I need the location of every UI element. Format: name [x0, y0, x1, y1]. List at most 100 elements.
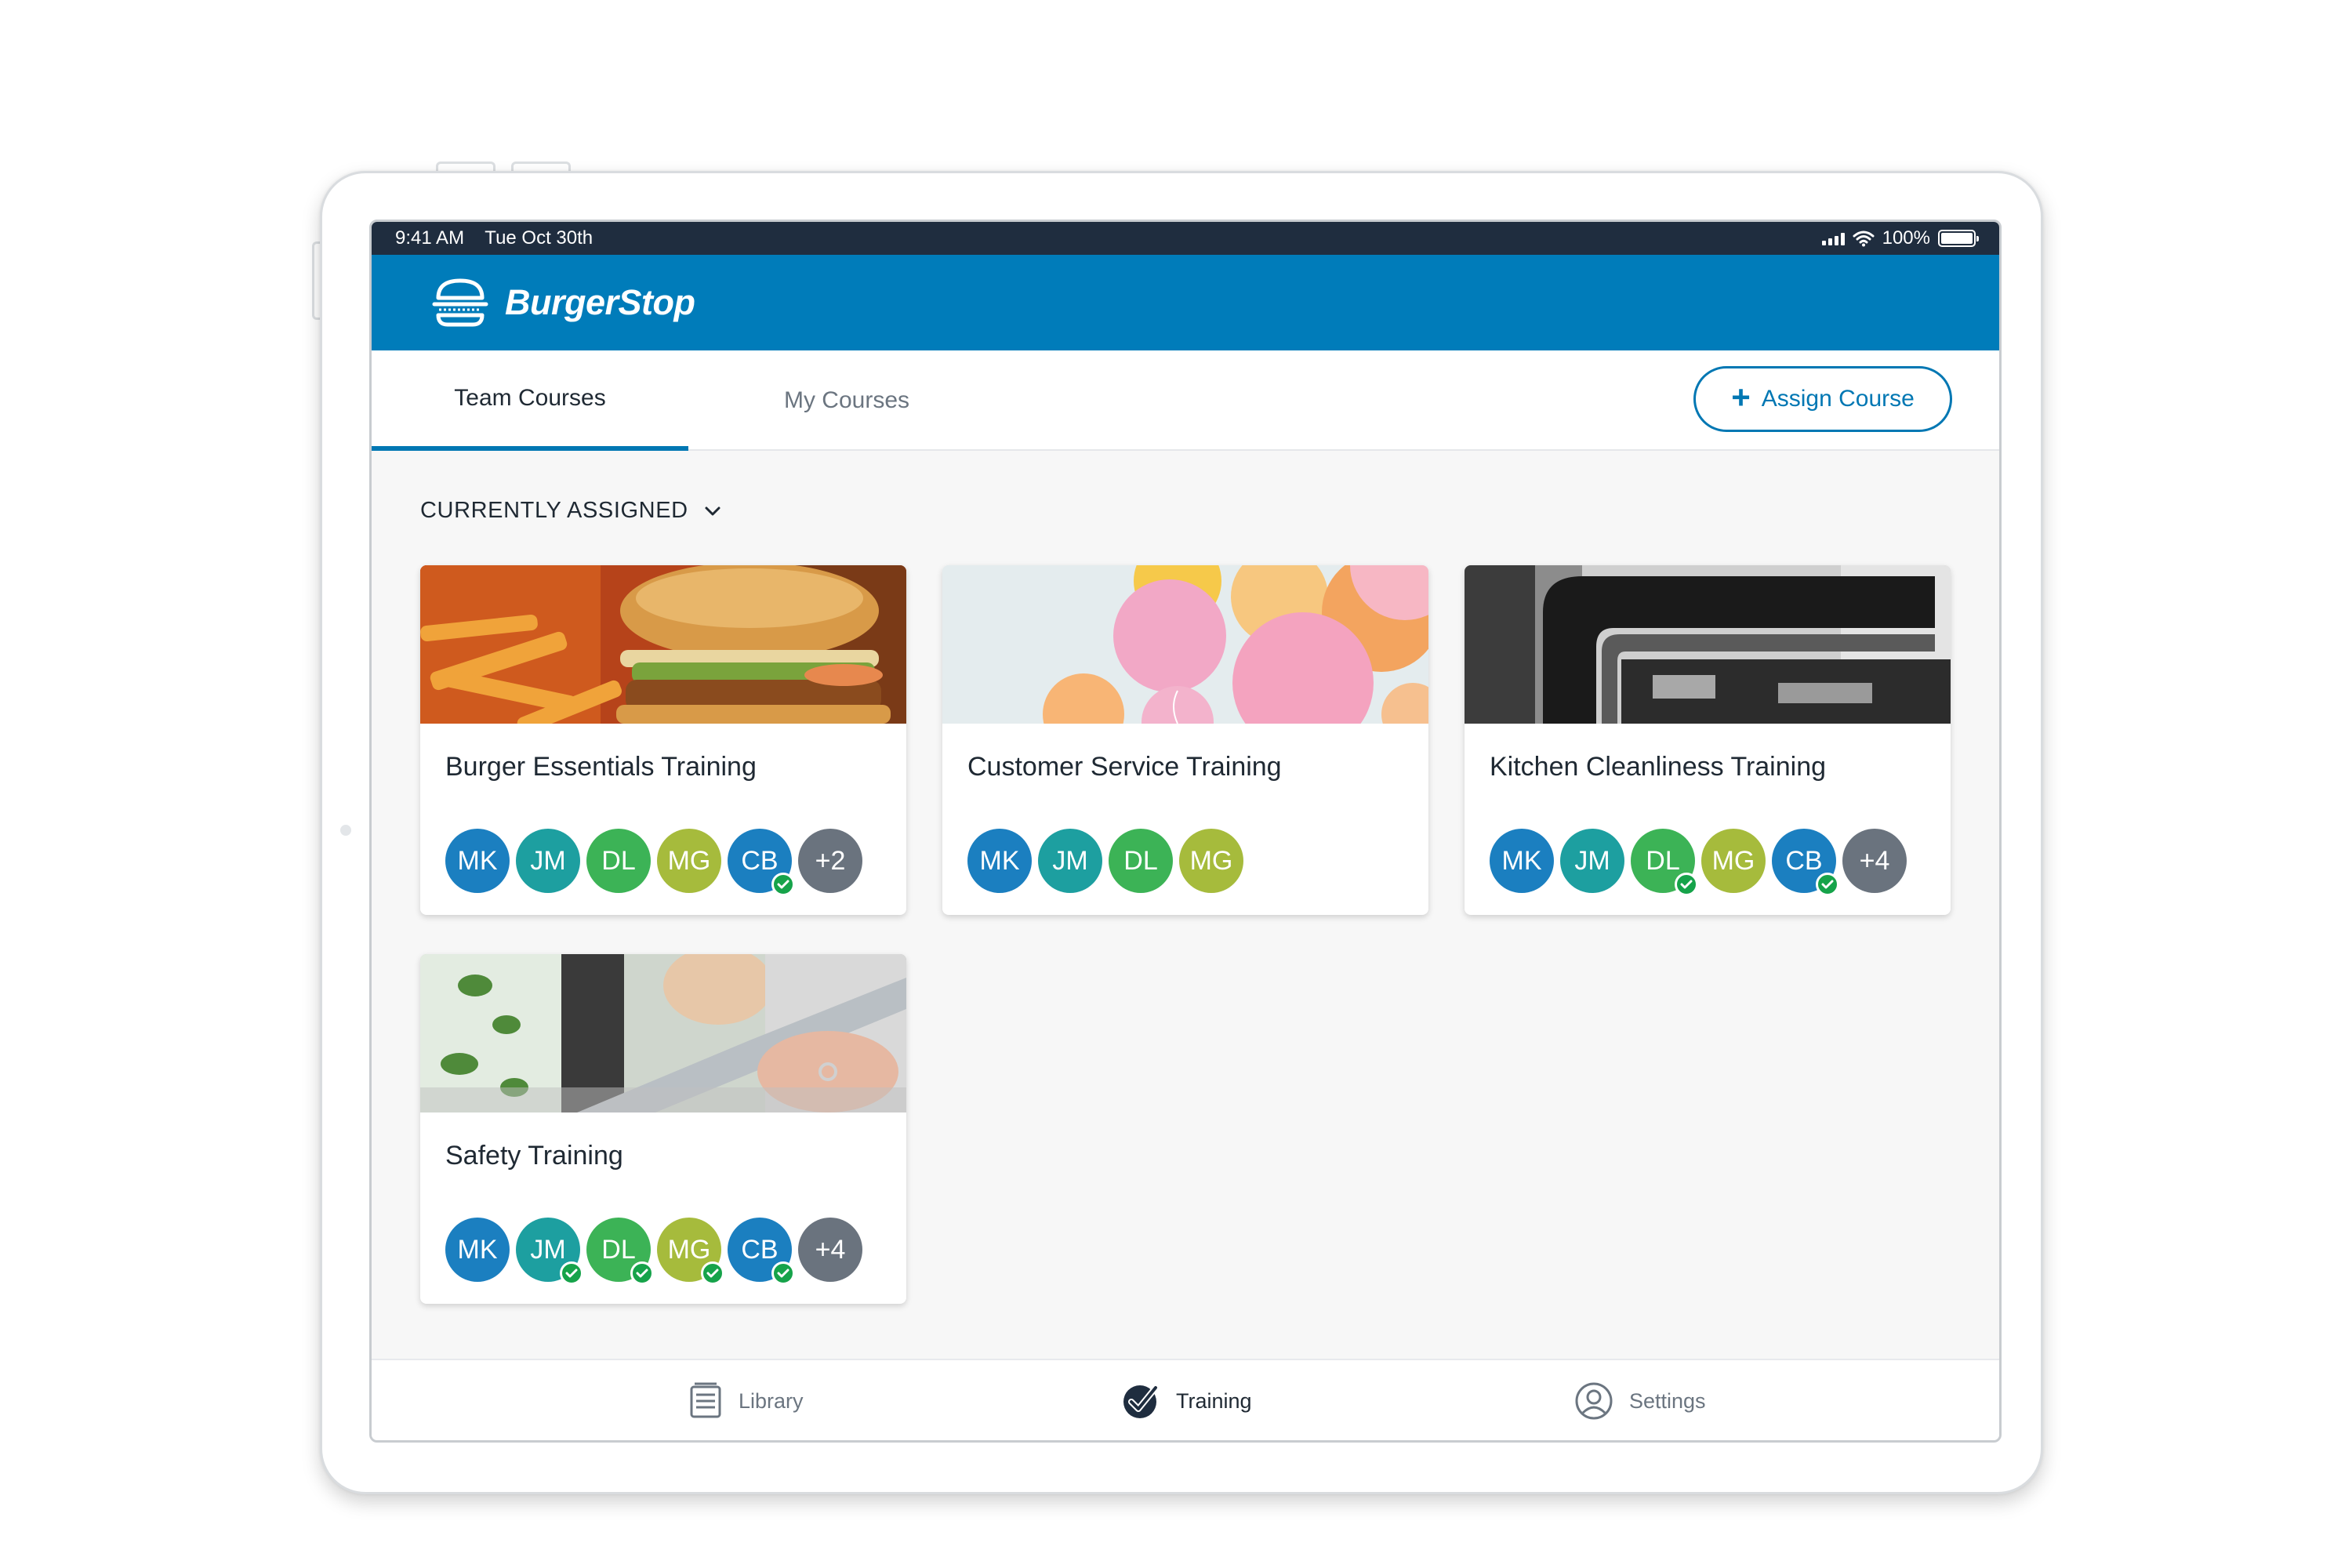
- avatar-initials: DL: [601, 845, 636, 876]
- course-title: Customer Service Training: [967, 752, 1282, 782]
- avatar[interactable]: DL: [1109, 829, 1173, 893]
- battery-icon: [1938, 230, 1979, 247]
- nav-training-label: Training: [1176, 1388, 1252, 1413]
- completed-check-icon: [701, 1261, 724, 1285]
- avatar[interactable]: DL: [586, 1218, 654, 1285]
- status-bar: 9:41 AM Tue Oct 30th 100%: [372, 222, 1999, 255]
- tabs-bar: Team Courses My Courses + Assign Course: [372, 350, 1999, 451]
- completed-check-icon: [771, 1261, 795, 1285]
- avatar[interactable]: CB: [1772, 829, 1839, 896]
- completed-check-icon: [560, 1261, 583, 1285]
- section-label: CURRENTLY ASSIGNED: [420, 498, 688, 523]
- nav-library-label: Library: [739, 1388, 804, 1413]
- completed-check-icon: [1675, 873, 1698, 896]
- tab-team-courses[interactable]: Team Courses: [372, 350, 688, 451]
- course-card-safety[interactable]: Safety Training MK JM DL MG CB +4: [420, 954, 906, 1304]
- avatar-initials: +4: [815, 1234, 846, 1265]
- user-circle-icon: [1575, 1382, 1613, 1420]
- avatar[interactable]: MK: [445, 829, 510, 893]
- app-header: BurgerStop: [372, 255, 1999, 350]
- knife-illustration: [420, 954, 906, 1112]
- avatar-initials: JM: [530, 1234, 566, 1265]
- avatar[interactable]: MG: [657, 1218, 724, 1285]
- course-title: Safety Training: [445, 1141, 623, 1171]
- avatar-initials: MK: [1501, 845, 1542, 876]
- library-icon: [690, 1382, 721, 1418]
- avatar-initials: +4: [1859, 845, 1890, 876]
- tab-my-courses[interactable]: My Courses: [688, 350, 1005, 451]
- avatar-initials: DL: [1646, 845, 1680, 876]
- avatar-initials: CB: [741, 845, 779, 876]
- assigned-team-members: MK JM DL MG CB +2: [445, 829, 862, 896]
- assign-course-button[interactable]: + Assign Course: [1693, 366, 1952, 432]
- balloons-photo: [942, 565, 1428, 724]
- completed-check-icon: [771, 873, 795, 896]
- avatar[interactable]: MK: [1490, 829, 1554, 893]
- bottom-navigation: Library Training Settings: [372, 1359, 1999, 1440]
- avatar[interactable]: CB: [728, 1218, 795, 1285]
- plus-icon: +: [1731, 379, 1751, 416]
- status-date: Tue Oct 30th: [485, 227, 593, 249]
- course-title: Burger Essentials Training: [445, 752, 757, 782]
- avatar-initials: MG: [1711, 845, 1755, 876]
- front-camera: [340, 825, 351, 836]
- app-screen: 9:41 AM Tue Oct 30th 100% BurgerStop Tea…: [369, 220, 2002, 1443]
- avatar[interactable]: MG: [657, 829, 721, 893]
- avatar-initials: DL: [1123, 845, 1158, 876]
- avatar-initials: +2: [815, 845, 846, 876]
- nav-settings[interactable]: Settings: [1574, 1360, 1706, 1440]
- course-card-kitchen-cleanliness[interactable]: Kitchen Cleanliness Training MK JM DL MG…: [1465, 565, 1951, 915]
- avatar[interactable]: DL: [586, 829, 651, 893]
- more-members-badge[interactable]: +2: [798, 829, 862, 893]
- assigned-team-members: MK JM DL MG CB +4: [445, 1218, 862, 1285]
- avatar-initials: CB: [741, 1234, 779, 1265]
- burger-illustration: [420, 565, 906, 724]
- battery-percent: 100%: [1882, 227, 1930, 249]
- avatar-initials: MG: [1189, 845, 1233, 876]
- assign-course-label: Assign Course: [1761, 386, 1915, 412]
- avatar-initials: MG: [667, 845, 711, 876]
- avatar[interactable]: MG: [1701, 829, 1766, 893]
- more-members-badge[interactable]: +4: [798, 1218, 862, 1282]
- avatar[interactable]: DL: [1631, 829, 1698, 896]
- wifi-icon: [1853, 230, 1875, 247]
- burger-and-fries-photo: [420, 565, 906, 724]
- nav-settings-label: Settings: [1629, 1388, 1706, 1413]
- status-time: 9:41 AM: [395, 227, 465, 249]
- avatar[interactable]: CB: [728, 829, 795, 896]
- nav-library[interactable]: Library: [688, 1360, 804, 1440]
- balloons-illustration: [942, 565, 1428, 724]
- cellular-signal-icon: [1821, 231, 1845, 245]
- avatar[interactable]: MG: [1179, 829, 1243, 893]
- avatar-initials: MG: [667, 1234, 711, 1265]
- course-card-customer-service[interactable]: Customer Service Training MK JM DL MG: [942, 565, 1428, 915]
- avatar-initials: MK: [457, 1234, 498, 1265]
- faucet-illustration: [1465, 565, 1951, 724]
- brand-name: BurgerStop: [505, 282, 695, 322]
- chevron-down-icon: [705, 506, 720, 515]
- kitchen-faucet-photo: [1465, 565, 1951, 724]
- knife-cutting-photo: [420, 954, 906, 1112]
- avatar[interactable]: MK: [445, 1218, 510, 1282]
- avatar[interactable]: JM: [516, 1218, 583, 1285]
- checkmark-circle-icon: [1123, 1385, 1159, 1418]
- avatar-initials: JM: [530, 845, 566, 876]
- course-card-burger-essentials[interactable]: Burger Essentials Training MK JM DL MG C…: [420, 565, 906, 915]
- completed-check-icon: [1816, 873, 1839, 896]
- avatar[interactable]: JM: [1038, 829, 1102, 893]
- avatar-initials: JM: [1052, 845, 1088, 876]
- assigned-team-members: MK JM DL MG: [967, 829, 1243, 893]
- avatar-initials: MK: [457, 845, 498, 876]
- burger-logo-icon: [432, 278, 488, 327]
- currently-assigned-filter[interactable]: CURRENTLY ASSIGNED: [420, 498, 721, 524]
- avatar-initials: CB: [1785, 845, 1823, 876]
- avatar-initials: MK: [979, 845, 1020, 876]
- completed-check-icon: [630, 1261, 654, 1285]
- avatar[interactable]: MK: [967, 829, 1032, 893]
- avatar[interactable]: JM: [516, 829, 580, 893]
- course-title: Kitchen Cleanliness Training: [1490, 752, 1827, 782]
- assigned-team-members: MK JM DL MG CB +4: [1490, 829, 1907, 896]
- nav-training[interactable]: Training: [1121, 1360, 1252, 1440]
- more-members-badge[interactable]: +4: [1842, 829, 1907, 893]
- avatar[interactable]: JM: [1560, 829, 1624, 893]
